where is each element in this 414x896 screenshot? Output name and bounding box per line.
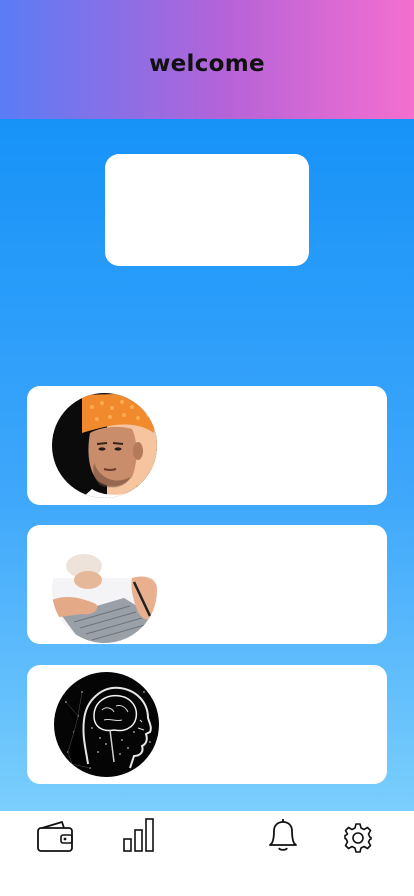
avatar <box>54 672 159 777</box>
hands-laptop-photo <box>52 538 157 643</box>
featured-card[interactable] <box>105 154 309 266</box>
avatar <box>52 538 157 643</box>
avatar <box>52 393 157 498</box>
list-item[interactable] <box>27 525 387 644</box>
bar-chart-icon[interactable] <box>121 817 157 853</box>
gear-icon[interactable] <box>343 823 373 853</box>
app-header: welcome <box>0 0 414 119</box>
wallet-icon[interactable] <box>36 819 74 853</box>
list-item[interactable] <box>27 665 387 784</box>
bottom-nav <box>0 811 414 896</box>
person-orange-turban-photo <box>52 393 157 498</box>
page-title: welcome <box>149 50 265 77</box>
list-item[interactable] <box>27 386 387 505</box>
bell-icon[interactable] <box>266 817 300 853</box>
digital-brain-head-photo <box>54 672 159 777</box>
